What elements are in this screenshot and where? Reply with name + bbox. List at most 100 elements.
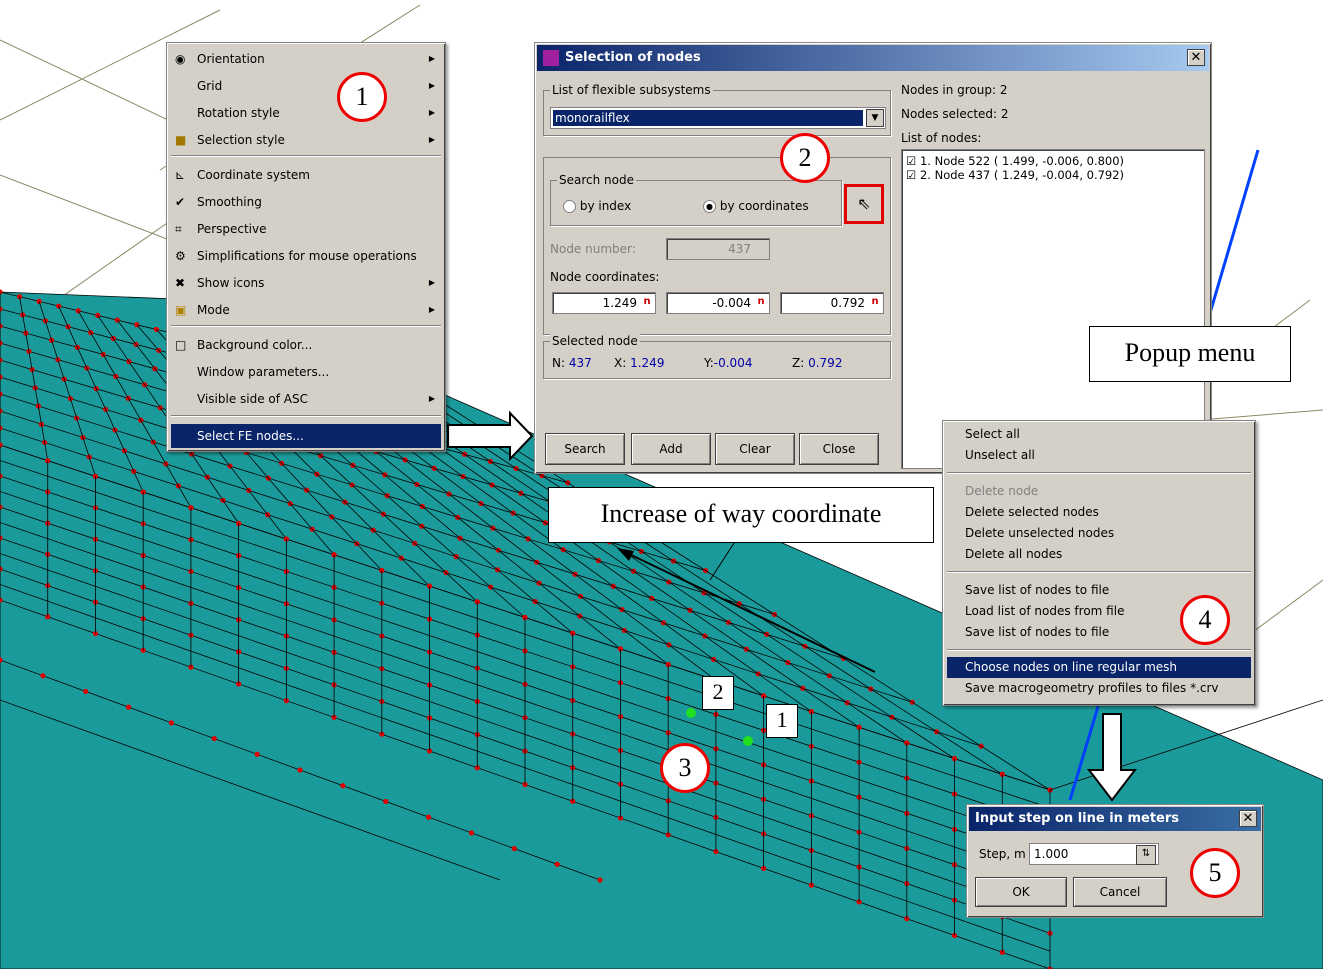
sel-z: Z: 0.792 <box>792 356 843 370</box>
ok-button[interactable]: OK <box>975 877 1067 907</box>
popup-menu-item-label: Delete all nodes <box>965 547 1063 561</box>
menu-item[interactable]: ◉ Orientation ▶ <box>171 47 441 71</box>
menu-item-label: Selection style <box>197 133 285 147</box>
check-icon: ✔ <box>175 195 186 209</box>
menu-item[interactable]: ⚙ Simplifications for mouse operations <box>171 244 441 268</box>
coord-x-field[interactable]: 1.249 n <box>552 292 656 314</box>
cancel-button[interactable]: Cancel <box>1073 877 1167 907</box>
mesh-node <box>511 845 517 852</box>
clear-button[interactable]: Clear <box>715 433 795 465</box>
menu-item[interactable]: Select FE nodes... <box>171 424 441 448</box>
popup-menu-item-label: Delete unselected nodes <box>965 526 1115 540</box>
popup-menu-item-label: Save macrogeometry profiles to files *.c… <box>965 681 1219 695</box>
popup-menu-item[interactable]: Delete all nodes <box>947 544 1251 565</box>
popup-menu-item[interactable]: Save macrogeometry profiles to files *.c… <box>947 678 1251 699</box>
mesh-node <box>254 751 260 757</box>
add-button[interactable]: Add <box>631 433 711 465</box>
menu-item[interactable]: ⊾ Coordinate system <box>171 163 441 187</box>
step-marker-5: 5 <box>1190 848 1240 898</box>
menu-item-label: Window parameters... <box>197 365 330 379</box>
coord-y-field[interactable]: -0.004 n <box>666 292 770 314</box>
popup-menu-item-label: Load list of nodes from file <box>965 604 1125 618</box>
node-number-field[interactable]: 437 <box>666 238 770 260</box>
step-marker-3: 3 <box>660 743 710 793</box>
popup-menu-item-label: Delete node <box>965 484 1039 498</box>
menu-item-label: Smoothing <box>197 195 262 209</box>
chevron-down-icon[interactable]: ▼ <box>866 109 884 127</box>
mesh-node <box>597 877 603 883</box>
menu-item-label: Simplifications for mouse operations <box>197 249 417 263</box>
pick-node-button[interactable]: ⇖ <box>844 184 884 224</box>
node-label-2: 2 <box>702 676 734 710</box>
submenu-arrow-icon: ▶ <box>428 394 435 403</box>
step-marker-1: 1 <box>337 72 387 122</box>
close-icon[interactable]: ✕ <box>1187 49 1205 66</box>
menu-item[interactable]: Grid ▶ <box>171 74 441 98</box>
mesh-node <box>40 673 46 679</box>
selected-node-group: Selected node N: 437 X: 1.249 Y:-0.004 Z… <box>543 334 891 379</box>
step-title: Input step on line in meters <box>975 811 1179 826</box>
menu-item-label: Mode <box>197 303 230 317</box>
list-item[interactable]: ☑ 2. Node 437 ( 1.249, -0.004, 0.792) <box>906 168 1124 182</box>
eye-icon: ◉ <box>175 52 186 66</box>
submenu-arrow-icon: ▶ <box>428 81 435 90</box>
unit-icon[interactable]: n <box>755 295 767 310</box>
popup-menu-item[interactable]: Delete unselected nodes <box>947 523 1251 544</box>
selected-node-1 <box>743 736 753 746</box>
cube-icon: ■ <box>175 133 187 147</box>
perspective-icon: ⌗ <box>175 222 182 236</box>
increase-callout: Increase of way coordinate <box>548 487 934 543</box>
close-button[interactable]: Close <box>799 433 879 465</box>
menu-item[interactable]: Visible side of ASC ▶ <box>171 387 441 411</box>
popup-menu-item[interactable]: Unselect all <box>947 445 1251 466</box>
menu-item[interactable]: ■ Selection style ▶ <box>171 128 441 152</box>
search-node-label: Search node <box>557 173 636 187</box>
unit-icon[interactable]: n <box>869 295 881 310</box>
menu-item[interactable]: ✖ Show icons ▶ <box>171 271 441 295</box>
selection-of-nodes-dialog: Selection of nodes ✕ List of flexible su… <box>534 42 1212 474</box>
popup-menu-item[interactable]: Delete selected nodes <box>947 502 1251 523</box>
checkbox-icon[interactable]: ☑ <box>906 168 916 182</box>
sel-x: X: 1.249 <box>614 356 665 370</box>
step-input[interactable]: 1.000 ⇅ <box>1029 843 1159 865</box>
search-button[interactable]: Search <box>545 433 625 465</box>
mesh-node <box>554 861 560 867</box>
mesh-node <box>340 783 346 789</box>
selected-node-label: Selected node <box>550 334 640 348</box>
list-of-nodes-label: List of nodes: <box>901 131 982 145</box>
search-node-group: Search node by index ● by coordinates <box>550 173 842 226</box>
menu-item[interactable]: ⌗ Perspective <box>171 217 441 241</box>
menu-item[interactable]: Window parameters... <box>171 360 441 384</box>
menu-item[interactable]: ▣ Mode ▶ <box>171 298 441 322</box>
checkbox-icon[interactable]: ☑ <box>906 154 916 168</box>
node-coords-label: Node coordinates: <box>550 270 660 284</box>
radio-by-coordinates[interactable]: ● by coordinates <box>703 199 809 213</box>
popup-menu-item[interactable]: Choose nodes on line regular mesh <box>947 657 1251 678</box>
popup-menu-item-label: Delete selected nodes <box>965 505 1099 519</box>
list-item[interactable]: ☑ 1. Node 522 ( 1.499, -0.006, 0.800) <box>906 154 1124 168</box>
dialog-title: Selection of nodes <box>565 50 701 65</box>
popup-menu: Select all Unselect all Delete node Delete … <box>942 420 1256 706</box>
coord-z-field[interactable]: 0.792 n <box>780 292 884 314</box>
mouse-icon: ⚙ <box>175 249 186 263</box>
node-entry: 1. Node 522 ( 1.499, -0.006, 0.800) <box>919 154 1125 168</box>
menu-item-label: Show icons <box>197 276 265 290</box>
color-box-icon: □ <box>175 338 187 352</box>
radio-by-index[interactable]: by index <box>563 199 631 213</box>
menu-separator <box>171 155 441 157</box>
cursor-pick-icon: ⇖ <box>857 194 871 213</box>
mode-icon: ▣ <box>175 303 187 317</box>
step-marker-2: 2 <box>780 133 830 183</box>
menu-item[interactable]: ✔ Smoothing <box>171 190 441 214</box>
menu-item[interactable]: □ Background color... <box>171 333 441 357</box>
popup-menu-item[interactable]: Select all <box>947 424 1251 445</box>
unit-icon[interactable]: n <box>641 295 653 310</box>
subsystems-label: List of flexible subsystems <box>550 83 713 97</box>
close-icon[interactable]: ✕ <box>1239 810 1257 827</box>
menu-item-label: Coordinate system <box>197 168 310 182</box>
node-entry: 2. Node 437 ( 1.249, -0.004, 0.792) <box>919 168 1125 182</box>
menu-item[interactable]: Rotation style ▶ <box>171 101 441 125</box>
spinner-icon[interactable]: ⇅ <box>1136 845 1156 865</box>
step-label: Step, m <box>979 847 1026 861</box>
subsystem-select[interactable]: monorailflex ▼ <box>550 107 886 129</box>
